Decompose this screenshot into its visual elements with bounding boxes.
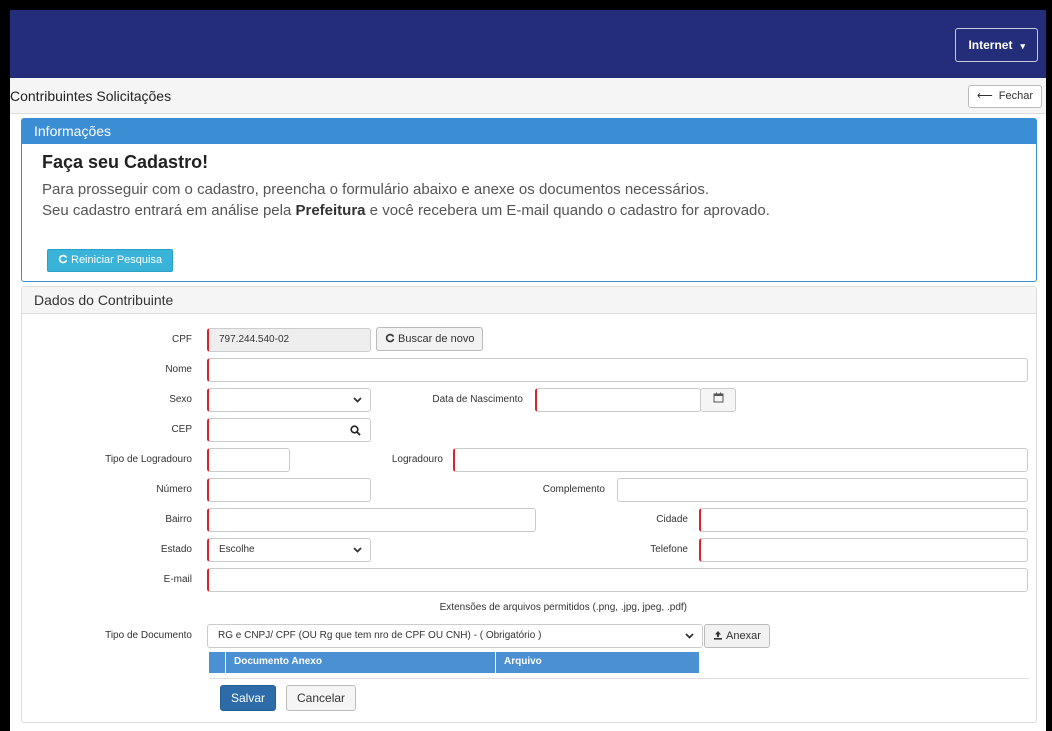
restart-search-button[interactable]: Reiniciar Pesquisa bbox=[47, 249, 174, 272]
info-line-2-bold: Prefeitura bbox=[295, 202, 366, 219]
column-header-file: Arquivo bbox=[504, 656, 542, 667]
refresh-icon bbox=[58, 254, 68, 264]
page-titlebar: Contribuintes Solicitações ⟵ Fechar bbox=[10, 78, 1046, 114]
email-input[interactable] bbox=[207, 568, 1028, 592]
info-line-2-tail: e você recebera um E-mail quando o cadas… bbox=[365, 202, 770, 219]
district-input[interactable] bbox=[207, 508, 536, 532]
street-type-input[interactable] bbox=[207, 448, 290, 472]
street-type-label: Tipo de Logradouro bbox=[105, 454, 192, 465]
form-divider bbox=[209, 678, 1029, 679]
search-icon[interactable] bbox=[350, 425, 361, 436]
sexo-select[interactable] bbox=[207, 388, 371, 412]
column-header-document: Documento Anexo bbox=[226, 652, 496, 673]
phone-label: Telefone bbox=[650, 544, 688, 555]
complement-label: Complemento bbox=[542, 484, 605, 495]
calendar-icon bbox=[713, 392, 723, 403]
save-button[interactable]: Salvar bbox=[220, 685, 277, 711]
search-again-button[interactable]: Buscar de novo bbox=[376, 327, 484, 351]
document-type-selected-value: RG e CNPJ/ CPF (OU Rg que tem nro de CPF… bbox=[218, 630, 542, 641]
info-panel-heading: Informações bbox=[22, 119, 1036, 144]
arrow-left-icon: ⟵ bbox=[976, 90, 993, 102]
environment-label: Internet bbox=[968, 38, 1013, 52]
birthdate-label: Data de Nascimento bbox=[432, 394, 523, 405]
allowed-extensions-note: Extensões de arquivos permitidos (.png, … bbox=[439, 602, 687, 613]
number-input[interactable] bbox=[207, 478, 371, 502]
info-line-2-text: Seu cadastro entrará em análise pela bbox=[42, 202, 296, 219]
chevron-down-icon bbox=[353, 397, 362, 403]
upload-icon bbox=[714, 631, 722, 640]
birthdate-input[interactable] bbox=[535, 388, 701, 412]
restart-search-label: Reiniciar Pesquisa bbox=[71, 254, 163, 266]
document-type-label: Tipo de Documento bbox=[105, 630, 192, 641]
chevron-down-icon bbox=[353, 547, 362, 553]
chevron-down-icon bbox=[685, 633, 694, 639]
close-button[interactable]: ⟵ Fechar bbox=[967, 85, 1042, 108]
info-title: Faça seu Cadastro! bbox=[42, 152, 209, 172]
cep-label: CEP bbox=[171, 424, 192, 435]
cpf-field: 797.244.540-02 bbox=[207, 328, 371, 352]
state-label: Estado bbox=[160, 544, 192, 555]
caret-down-icon: ▾ bbox=[1020, 41, 1025, 51]
info-line-2: Seu cadastro entrará em análise pela Pre… bbox=[42, 200, 1036, 221]
info-panel: Informações Faça seu Cadastro! Para pros… bbox=[21, 118, 1037, 282]
window-frame-top bbox=[0, 0, 1052, 10]
attachments-table-header: Documento Anexo Arquivo bbox=[209, 652, 699, 673]
sexo-label: Sexo bbox=[169, 394, 192, 405]
complement-input[interactable] bbox=[617, 478, 1028, 502]
number-label: Número bbox=[156, 484, 192, 495]
state-selected-value: Escolhe bbox=[219, 544, 255, 555]
contributor-data-heading: Dados do Contribuinte bbox=[22, 287, 1036, 314]
city-input[interactable] bbox=[699, 508, 1028, 532]
nome-label: Nome bbox=[165, 364, 192, 375]
close-label: Fechar bbox=[998, 90, 1033, 102]
attach-button[interactable]: Anexar bbox=[704, 624, 770, 648]
state-select[interactable]: Escolhe bbox=[207, 538, 371, 562]
environment-dropdown[interactable]: Internet ▾ bbox=[955, 28, 1038, 62]
top-navbar: Internet ▾ bbox=[10, 10, 1046, 78]
refresh-icon bbox=[385, 333, 395, 343]
street-label: Logradouro bbox=[391, 454, 443, 465]
district-label: Bairro bbox=[165, 514, 192, 525]
phone-input[interactable] bbox=[699, 538, 1028, 562]
attach-label: Anexar bbox=[726, 630, 761, 642]
window-frame-left bbox=[0, 0, 10, 731]
document-type-select[interactable]: RG e CNPJ/ CPF (OU Rg que tem nro de CPF… bbox=[207, 624, 703, 648]
email-label: E-mail bbox=[163, 574, 192, 585]
cep-input[interactable] bbox=[207, 418, 371, 442]
window-frame-right bbox=[1046, 0, 1052, 731]
search-again-label: Buscar de novo bbox=[398, 333, 475, 345]
street-input[interactable] bbox=[453, 448, 1028, 472]
city-label: Cidade bbox=[656, 514, 688, 525]
cpf-label: CPF bbox=[172, 334, 192, 345]
calendar-button[interactable] bbox=[700, 388, 736, 412]
nome-input[interactable] bbox=[207, 358, 1028, 382]
cancel-button[interactable]: Cancelar bbox=[286, 685, 357, 711]
page-title: Contribuintes Solicitações bbox=[10, 88, 172, 104]
attachments-table-select-col bbox=[209, 652, 226, 673]
info-line-1: Para prosseguir com o cadastro, preencha… bbox=[42, 181, 710, 198]
